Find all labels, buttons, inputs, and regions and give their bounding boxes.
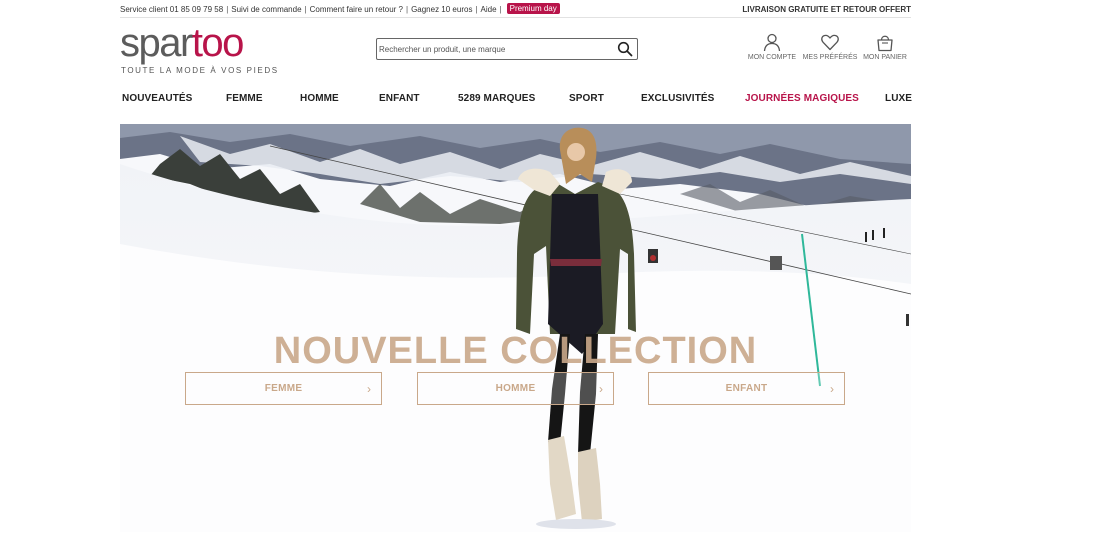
- top-bar-links: Service client 01 85 09 79 58 | Suivi de c…: [120, 3, 560, 15]
- shipping-notice: LIVRAISON GRATUITE ET RETOUR OFFERT: [742, 5, 911, 14]
- separator: |: [405, 5, 409, 14]
- hero-button-enfant[interactable]: ENFANT ›: [648, 372, 845, 405]
- return-howto-link[interactable]: Comment faire un retour ?: [310, 5, 403, 14]
- premium-day-badge[interactable]: Premium day: [506, 3, 560, 14]
- nav-item-femme[interactable]: FEMME: [226, 93, 263, 104]
- search-icon[interactable]: [617, 41, 633, 57]
- top-bar: Service client 01 85 09 79 58 | Suivi de c…: [120, 2, 911, 18]
- nav-item-enfant[interactable]: ENFANT: [379, 93, 420, 104]
- separator: |: [475, 5, 478, 14]
- nav-item-journees-magiques[interactable]: JOURNÉES MAGIQUES: [745, 93, 859, 104]
- nav-item-homme[interactable]: HOMME: [300, 93, 339, 104]
- chevron-right-icon: ›: [367, 382, 371, 396]
- hero-button-label: HOMME: [495, 383, 536, 394]
- hero-button-label: FEMME: [264, 383, 303, 394]
- user-icon: [763, 33, 781, 52]
- hero-title: NOUVELLE COLLECTION: [273, 330, 758, 372]
- hero-button-femme[interactable]: FEMME ›: [185, 372, 382, 405]
- nav-item-marques[interactable]: 5289 MARQUES: [458, 93, 535, 104]
- logo-part-1: spar: [120, 21, 193, 65]
- heart-icon: [821, 34, 839, 51]
- hero-banner[interactable]: NOUVELLE COLLECTION FEMME › HOMME › ENFA…: [120, 124, 911, 532]
- order-tracking-link[interactable]: Suivi de commande: [231, 5, 301, 14]
- chevron-right-icon: ›: [599, 382, 603, 396]
- nav-item-exclusivites[interactable]: EXCLUSIVITÉS: [641, 93, 714, 104]
- main-nav: NOUVEAUTÉS FEMME HOMME ENFANT 5289 MARQU…: [120, 93, 912, 109]
- bag-icon: [877, 35, 893, 52]
- separator: |: [499, 5, 502, 14]
- spartoo-logo[interactable]: spartoo TOUTE LA MODE À VOS PIEDS: [120, 20, 280, 80]
- hero-button-homme[interactable]: HOMME ›: [417, 372, 614, 405]
- separator: |: [304, 5, 307, 14]
- logo-part-2: too: [191, 21, 245, 65]
- service-client-link[interactable]: Service client 01 85 09 79 58: [120, 5, 223, 14]
- nav-item-sport[interactable]: SPORT: [569, 93, 604, 104]
- hero-button-label: ENFANT: [725, 383, 768, 394]
- page: Service client 01 85 09 79 58 | Suivi de c…: [120, 0, 912, 550]
- separator: |: [226, 5, 229, 14]
- search-input[interactable]: [379, 41, 607, 57]
- search-box: [376, 38, 638, 60]
- earn-10-euros-link[interactable]: Gagnez 10 euros: [411, 5, 472, 14]
- nav-item-nouveautes[interactable]: NOUVEAUTÉS: [122, 93, 192, 104]
- nav-item-luxe[interactable]: LUXE: [885, 93, 912, 104]
- cart-button[interactable]: MON PANIER: [850, 32, 920, 61]
- logo-tagline: TOUTE LA MODE À VOS PIEDS: [121, 66, 279, 75]
- chevron-right-icon: ›: [830, 382, 834, 396]
- hero-image: [120, 124, 911, 532]
- help-link[interactable]: Aide: [481, 5, 497, 14]
- cart-label: MON PANIER: [863, 54, 907, 61]
